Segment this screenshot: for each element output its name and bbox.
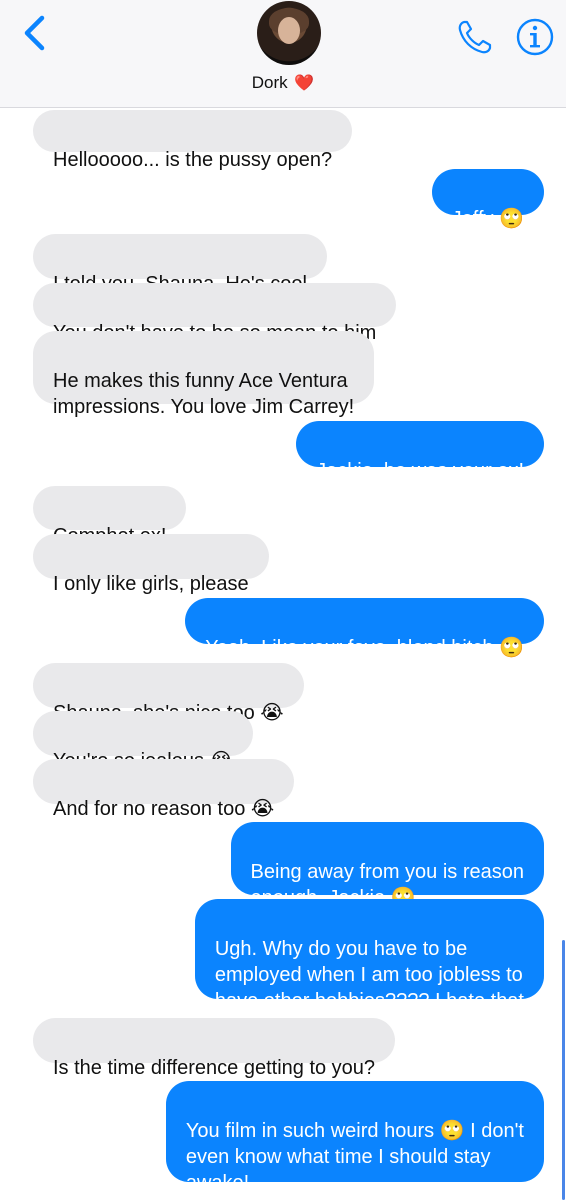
incoming-message[interactable]: Shauna, she's nice too 😭	[33, 663, 304, 724]
contact-name[interactable]: Dork ❤️	[0, 73, 566, 93]
incoming-message[interactable]: I told you, Shauna. He's cool	[33, 234, 327, 295]
message-text: Hellooooo... is the pussy open?	[53, 149, 333, 171]
outgoing-message[interactable]: Yeah. Like your fave, blond bitch 🙄	[185, 598, 544, 659]
conversation-header: Dork ❤️	[0, 0, 566, 108]
incoming-message[interactable]: And for no reason too 😭	[33, 759, 295, 820]
message-text: And for no reason too 😭	[53, 798, 275, 820]
outgoing-message[interactable]: Jackie, he was your ex!	[296, 421, 544, 482]
scroll-indicator[interactable]	[562, 940, 565, 1200]
incoming-message[interactable]: Comphet ex!	[33, 486, 187, 547]
phone-icon[interactable]	[455, 17, 495, 57]
avatar-face	[278, 17, 300, 44]
incoming-message[interactable]: You don't have to be so mean to him	[33, 283, 397, 344]
incoming-message[interactable]: Hellooooo... is the pussy open?	[33, 110, 353, 171]
outgoing-message[interactable]: You film in such weird hours 🙄 I don't e…	[165, 1081, 544, 1194]
message-text: Jeffy 🙄	[451, 208, 524, 230]
heart-icon: ❤️	[294, 75, 315, 92]
message-text: You film in such weird hours 🙄 I don't e…	[185, 1120, 524, 1194]
message-text: I only like girls, please	[53, 573, 249, 595]
incoming-message[interactable]: You're so jealous 😭	[33, 711, 253, 772]
message-text: Ugh. Why do you have to be employed when…	[214, 938, 524, 1012]
incoming-message[interactable]: He makes this funny Ace Ventura impressi…	[33, 331, 375, 418]
info-icon[interactable]	[515, 17, 555, 57]
outgoing-message[interactable]: Jeffy 🙄	[431, 169, 544, 230]
outgoing-message[interactable]: Being away from you is reason enough, Ja…	[230, 822, 544, 909]
outgoing-message[interactable]: Ugh. Why do you have to be employed when…	[194, 899, 544, 1012]
incoming-message[interactable]: Is the time difference getting to you?	[33, 1018, 396, 1079]
message-text: Yeah. Like your fave, blond bitch 🙄	[205, 637, 524, 659]
message-text: Is the time difference getting to you?	[53, 1057, 376, 1079]
back-chevron-icon[interactable]	[18, 14, 52, 52]
incoming-message[interactable]: I only like girls, please	[33, 534, 269, 595]
contact-avatar[interactable]	[257, 1, 321, 65]
message-text: He makes this funny Ace Ventura impressi…	[53, 370, 355, 418]
message-text: Jackie, he was your ex!	[316, 460, 524, 482]
contact-name-label: Dork	[251, 73, 288, 92]
